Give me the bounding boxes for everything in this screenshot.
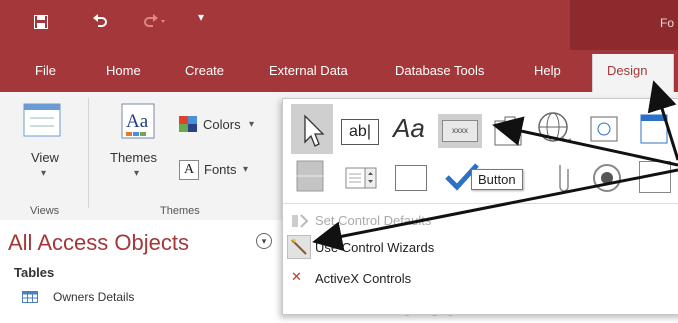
callout-arrows bbox=[312, 80, 678, 252]
